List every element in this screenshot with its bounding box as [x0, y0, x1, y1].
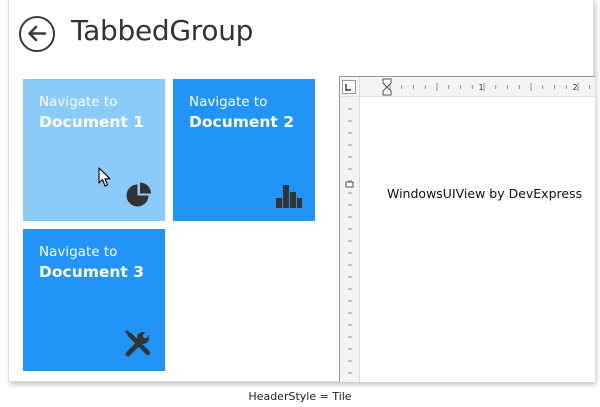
tools-icon	[125, 330, 151, 357]
vertical-ruler-ticks	[345, 108, 354, 374]
margin-marker	[345, 181, 354, 188]
pie-chart-icon	[126, 182, 151, 207]
tab-stop-icon	[342, 80, 356, 94]
tile-nav-label: Navigate to	[39, 244, 118, 260]
tile-document-3[interactable]: Navigate to Document 3	[23, 229, 165, 371]
tile-document-label: Document 2	[189, 113, 295, 131]
mouse-cursor-icon	[98, 167, 111, 187]
tile-document-label: Document 1	[39, 113, 145, 131]
back-button[interactable]	[19, 16, 55, 52]
tile-document-2[interactable]: Navigate to Document 2	[173, 79, 315, 221]
ruler-number-2: 2	[572, 83, 577, 92]
page-title: TabbedGroup	[71, 14, 254, 47]
bar-chart-icon	[276, 185, 302, 208]
rich-edit-control[interactable]: 1 2 WindowsUIView by DevExpress	[339, 76, 595, 382]
ruler-tab-selector[interactable]	[340, 77, 360, 97]
horizontal-ruler-ticks: 1 2	[382, 78, 591, 96]
caption: HeaderStyle = Tile	[248, 390, 352, 403]
document-text: WindowsUIView by DevExpress	[387, 186, 583, 201]
tile-document-1[interactable]: Navigate to Document 1	[23, 79, 165, 221]
document-page[interactable]: WindowsUIView by DevExpress	[361, 98, 595, 382]
tile-document-label: Document 3	[39, 263, 145, 281]
arrow-left-icon	[28, 25, 47, 42]
app-window: TabbedGroup Navigate to Document 1 Navig…	[8, 0, 595, 382]
horizontal-ruler[interactable]: 1 2	[360, 77, 595, 97]
tile-nav-label: Navigate to	[189, 94, 268, 110]
tile-nav-label: Navigate to	[39, 94, 118, 110]
ruler-number-1: 1	[478, 83, 483, 92]
vertical-ruler[interactable]	[340, 97, 360, 382]
